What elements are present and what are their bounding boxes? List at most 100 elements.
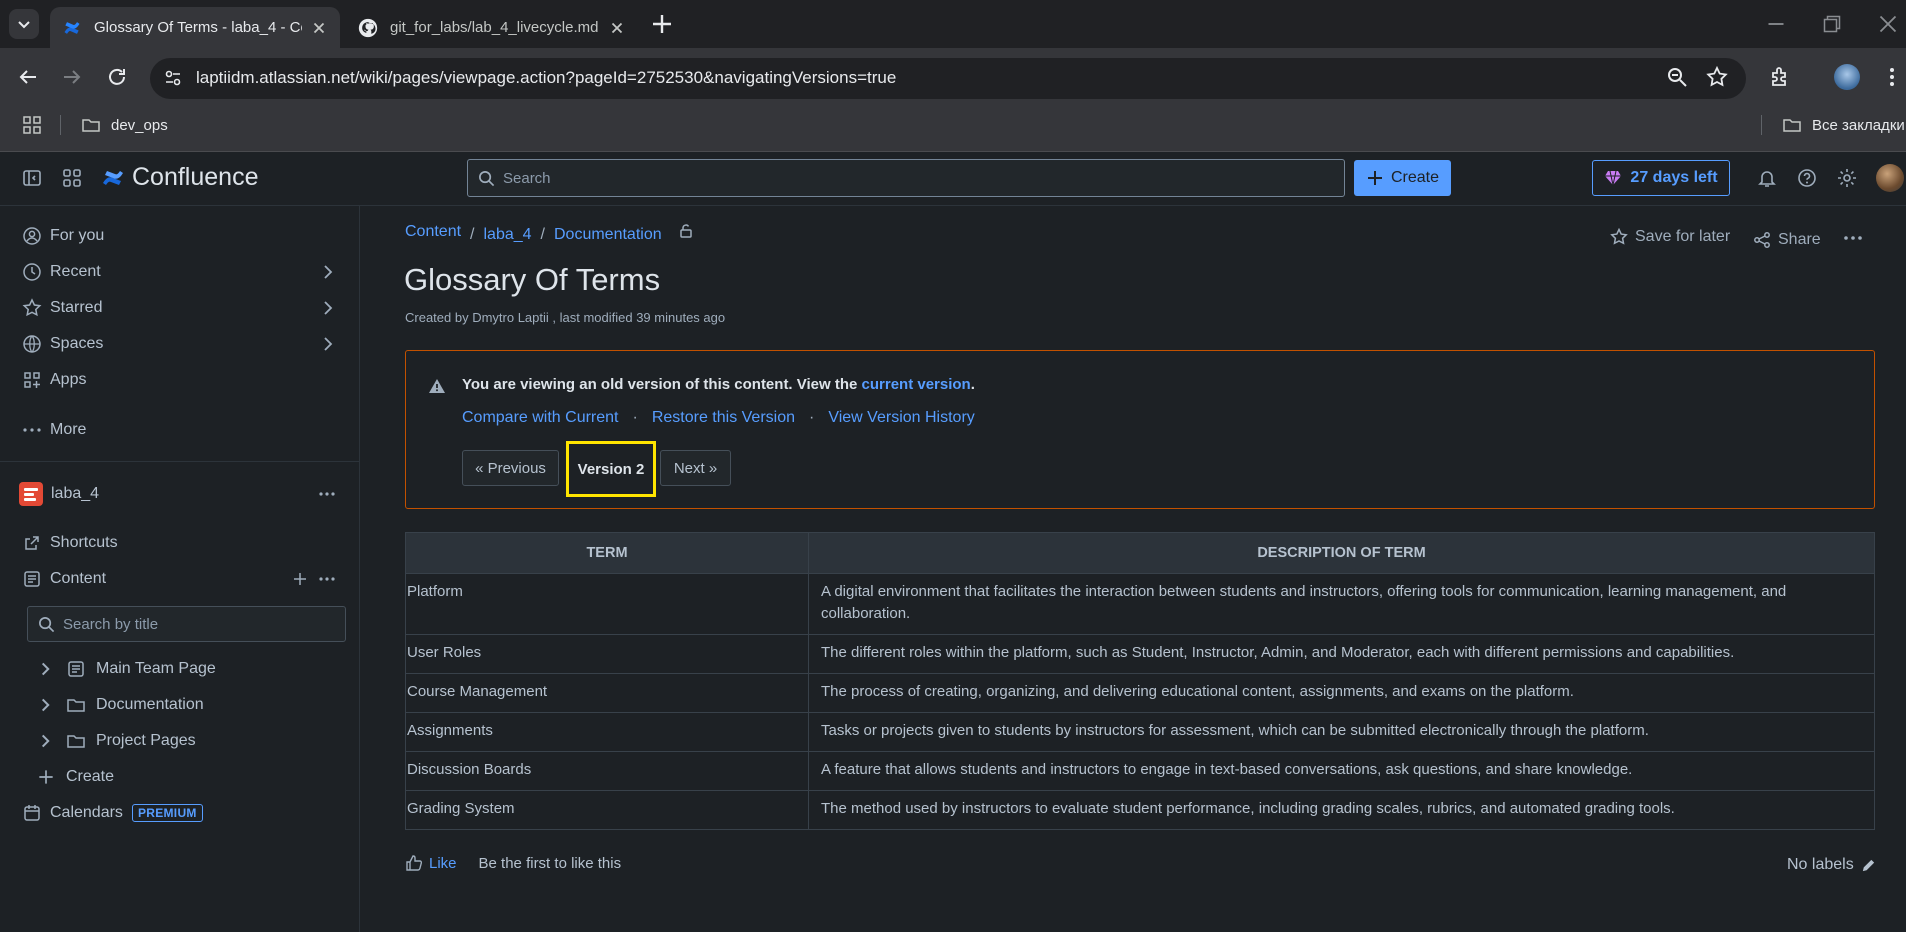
labels-area[interactable]: No labels [1787,856,1877,874]
url-text[interactable]: laptiidm.atlassian.net/wiki/pages/viewpa… [196,68,896,88]
site-settings-icon[interactable] [163,68,183,88]
sidebar-item-starred[interactable]: Starred [22,295,102,321]
tab-search-chevron-icon[interactable] [9,9,39,39]
sidebar-item-label: For you [50,227,105,244]
term-cell: Course Management [405,673,809,713]
page-title: Glossary Of Terms [404,262,661,297]
bookmark-star-icon[interactable] [1705,65,1729,89]
save-for-later-button[interactable]: Save for later [1610,224,1730,250]
page-more-icon[interactable] [1842,228,1864,248]
search-icon [478,170,495,187]
chevron-right-icon[interactable] [318,262,338,282]
tree-item-documentation[interactable]: Documentation [36,692,204,718]
minimize-icon[interactable] [1764,12,1788,36]
share-button[interactable]: Share [1753,227,1821,253]
sidebar-item-more[interactable]: More [22,417,86,443]
more-icon [22,420,42,440]
app-switcher-icon[interactable] [61,167,83,189]
sidebar-item-for-you[interactable]: For you [22,223,104,249]
sidebar-item-content[interactable]: Content [22,566,106,592]
create-button[interactable]: Create [1354,160,1451,196]
browser-tab-confluence[interactable]: Glossary Of Terms - laba_4 - Confluence [50,7,340,48]
extensions-puzzle-icon[interactable] [1768,65,1792,89]
user-circle-icon [22,226,42,246]
sidebar-item-shortcuts[interactable]: Shortcuts [22,530,118,556]
close-tab-icon[interactable] [608,19,626,37]
chevron-right-icon[interactable] [36,695,56,715]
zoom-icon[interactable] [1665,65,1689,89]
like-link[interactable]: Like [429,855,457,872]
chevron-right-icon[interactable] [318,334,338,354]
browser-menu-kebab-icon[interactable] [1880,65,1904,89]
breadcrumb-documentation[interactable]: Documentation [554,226,662,244]
breadcrumb-space[interactable]: laba_4 [484,226,532,244]
unlock-icon[interactable] [678,223,694,239]
space-more-icon[interactable] [317,484,337,504]
chevron-right-icon[interactable] [36,731,56,751]
reload-icon[interactable] [105,65,129,89]
search-by-title-input[interactable]: Search by title [27,606,346,642]
table-header-row: TERM DESCRIPTION OF TERM [405,532,1875,574]
tree-item-main-team-page[interactable]: Main Team Page [36,656,216,682]
help-icon[interactable] [1796,167,1818,189]
breadcrumb: Content / laba_4 / Documentation [405,223,694,244]
settings-gear-icon[interactable] [1836,167,1858,189]
chevron-right-icon[interactable] [318,298,338,318]
tree-item-project-pages[interactable]: Project Pages [36,728,196,754]
profile-avatar[interactable] [1834,64,1860,90]
confluence-logo[interactable]: Confluence [101,163,258,192]
sidebar-item-label: Content [50,570,107,587]
notifications-bell-icon[interactable] [1756,167,1778,189]
sidebar-item-recent[interactable]: Recent [22,259,101,285]
apps-grid-icon[interactable] [22,115,42,135]
sidebar-create-item[interactable]: Create [36,764,114,790]
premium-badge: PREMIUM [131,804,203,822]
close-window-icon[interactable] [1876,12,1900,36]
back-arrow-icon[interactable] [16,65,40,89]
sidebar-item-apps[interactable]: Apps [22,367,86,393]
term-cell: User Roles [405,634,809,674]
add-content-plus-icon[interactable] [290,569,310,589]
content-more-icon[interactable] [317,569,337,589]
search-input[interactable]: Search [467,159,1345,197]
thumbs-up-icon[interactable] [405,854,423,872]
sidebar-item-spaces[interactable]: Spaces [22,331,103,357]
pencil-icon[interactable] [1860,857,1877,874]
restore-window-icon[interactable] [1820,12,1844,36]
create-label: Create [66,768,115,785]
space-header[interactable]: laba_4 [19,481,99,507]
trial-days-left-button[interactable]: 27 days left [1592,160,1730,196]
new-tab-plus-icon[interactable] [650,12,674,36]
old-version-notice: You are viewing an old version of this c… [405,350,1875,509]
space-icon [19,482,43,506]
compare-with-current-link[interactable]: Compare with Current [462,409,619,427]
share-icon [1753,231,1771,249]
sidebar-item-calendars[interactable]: Calendars PREMIUM [22,800,203,826]
user-avatar[interactable] [1876,164,1904,192]
current-version-link[interactable]: current version [862,376,971,393]
forward-arrow-icon[interactable] [60,65,84,89]
page-byline: Created by Dmytro Laptii , last modified… [405,310,726,325]
all-bookmarks[interactable]: Все закладки [1782,113,1905,137]
bookmark-folder-dev-ops[interactable]: dev_ops [81,113,168,137]
next-version-button[interactable]: Next » [660,450,731,486]
chevron-right-icon[interactable] [36,659,56,679]
share-label: Share [1778,231,1821,248]
sidebar-item-label: More [50,421,87,438]
table-row: Course Management The process of creatin… [405,673,1875,713]
close-tab-icon[interactable] [310,19,328,37]
breadcrumb-content[interactable]: Content [405,223,461,241]
previous-version-button[interactable]: « Previous [462,450,559,486]
restore-version-link[interactable]: Restore this Version [652,409,795,427]
breadcrumb-separator: / [540,226,545,243]
description-cell: A feature that allows students and instr… [808,751,1875,791]
view-version-history-link[interactable]: View Version History [828,409,974,427]
table-row: Platform A digital environment that faci… [405,573,1875,635]
sidebar-toggle-icon[interactable] [21,167,43,189]
all-bookmarks-label: Все закладки [1812,116,1905,134]
table-row: Assignments Tasks or projects given to s… [405,712,1875,752]
tab-title: Glossary Of Terms - laba_4 - Confluence [94,19,302,36]
glossary-table: TERM DESCRIPTION OF TERM Platform A digi… [405,532,1875,830]
browser-tab-github[interactable]: git_for_labs/lab_4_livecycle.md at main [346,7,638,48]
gem-icon [1604,169,1622,187]
